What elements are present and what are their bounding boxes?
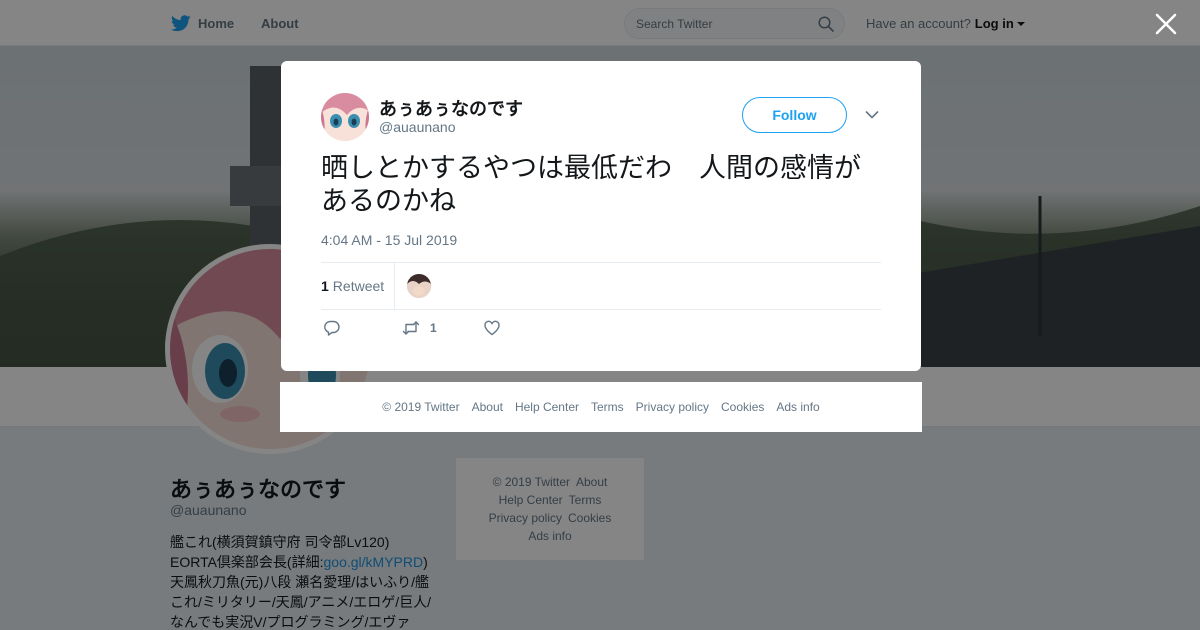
anime-avatar-image bbox=[321, 93, 369, 141]
reply-icon bbox=[324, 320, 340, 336]
footer-about-link[interactable]: About bbox=[472, 400, 503, 414]
retweet-stat[interactable]: 1 Retweet bbox=[321, 278, 384, 294]
tweet-author-handle[interactable]: @auaunano bbox=[379, 119, 456, 135]
retweet-icon bbox=[402, 321, 420, 335]
tweet-text: 晒しとかするやつは最低だわ 人間の感情があるのかね bbox=[321, 153, 861, 216]
footer-cookies-link[interactable]: Cookies bbox=[721, 400, 764, 414]
retweet-button[interactable]: 1 bbox=[402, 319, 437, 337]
like-icon bbox=[484, 320, 500, 336]
footer-help-link[interactable]: Help Center bbox=[515, 400, 579, 414]
footer-terms-link[interactable]: Terms bbox=[591, 400, 624, 414]
tweet-stats: 1 Retweet bbox=[321, 262, 881, 310]
tweet-author-avatar[interactable] bbox=[321, 93, 369, 141]
tweet-author-name[interactable]: あぅあぅなのです bbox=[379, 95, 523, 121]
tweet-modal: あぅあぅなのです @auaunano Follow 晒しとかするやつは最低だわ … bbox=[281, 61, 921, 371]
follow-button[interactable]: Follow bbox=[742, 97, 847, 133]
retweeter-avatar-image bbox=[407, 274, 431, 298]
stat-divider bbox=[394, 263, 395, 310]
tweet-timestamp[interactable]: 4:04 AM - 15 Jul 2019 bbox=[321, 232, 457, 248]
footer-ads-link[interactable]: Ads info bbox=[776, 400, 819, 414]
close-icon[interactable] bbox=[1153, 11, 1179, 37]
retweet-stat-count: 1 bbox=[321, 278, 329, 294]
modal-footer: © 2019 Twitter About Help Center Terms P… bbox=[280, 382, 922, 432]
like-button[interactable] bbox=[483, 319, 501, 337]
reply-button[interactable] bbox=[323, 319, 341, 337]
footer-privacy-link[interactable]: Privacy policy bbox=[636, 400, 709, 414]
retweet-action-count: 1 bbox=[430, 321, 437, 335]
retweet-stat-label: Retweet bbox=[332, 278, 385, 294]
retweeter-avatar[interactable] bbox=[407, 274, 431, 298]
chevron-down-icon[interactable] bbox=[865, 110, 879, 120]
footer-copyright: © 2019 Twitter bbox=[382, 400, 460, 414]
